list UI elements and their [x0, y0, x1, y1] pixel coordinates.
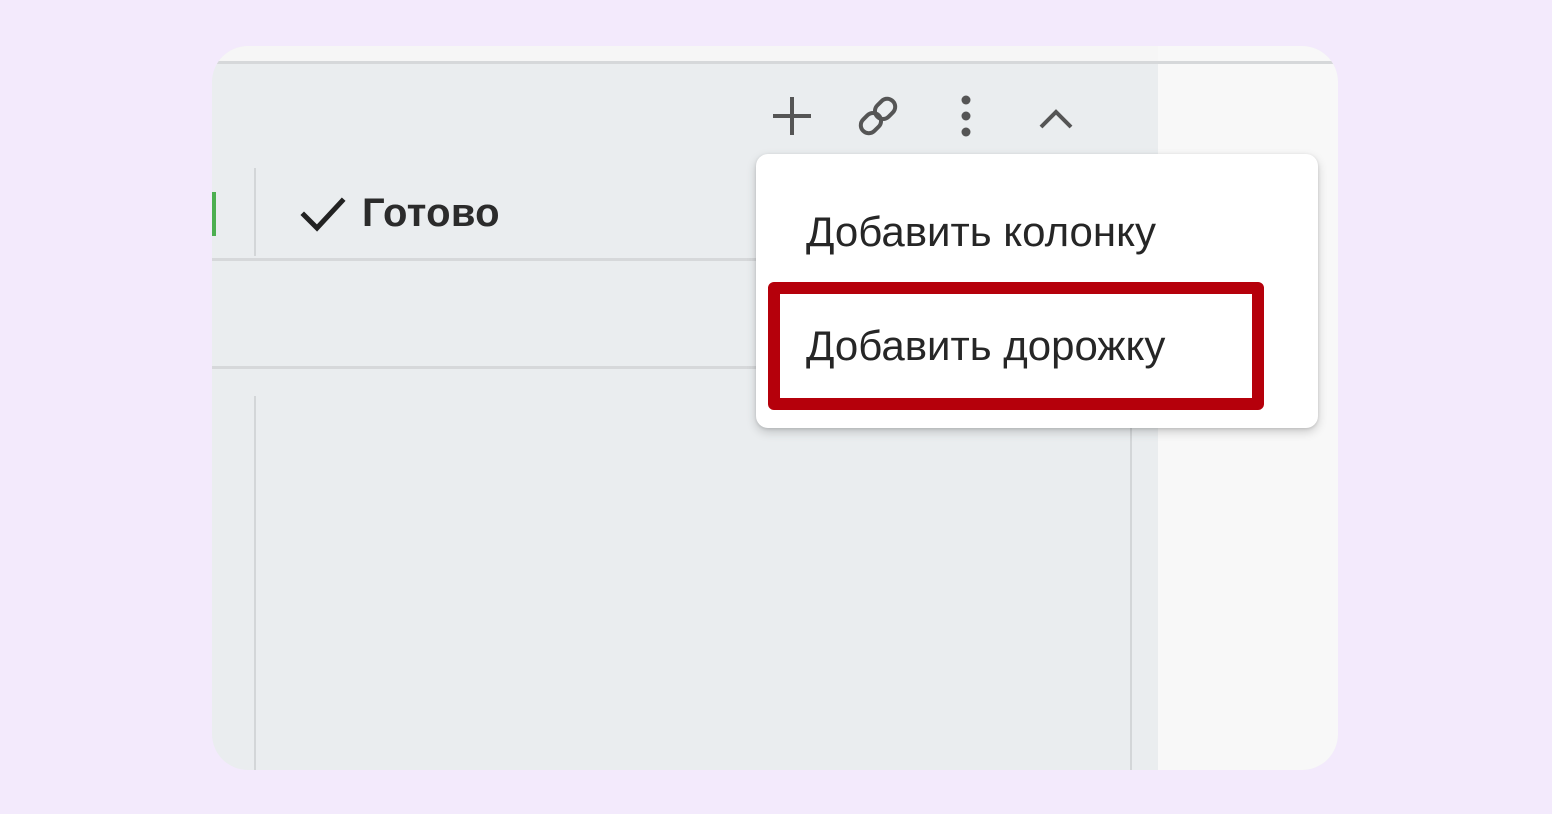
column-menu: Добавить колонку Добавить дорожку: [756, 154, 1318, 428]
plus-icon: [773, 97, 811, 135]
board-top-strip: [212, 46, 1158, 64]
more-button[interactable]: [950, 94, 982, 138]
column-divider: [254, 168, 256, 256]
copy-link-button[interactable]: [852, 94, 904, 138]
column-title: Готово: [362, 190, 500, 235]
column-header[interactable]: Готово: [298, 188, 500, 238]
menu-item-add-column[interactable]: Добавить колонку: [806, 208, 1156, 256]
chevron-up-icon: [1039, 109, 1073, 129]
add-button[interactable]: [766, 94, 818, 138]
column-divider: [254, 396, 256, 770]
check-icon: [300, 197, 346, 232]
collapse-button[interactable]: [1034, 98, 1078, 138]
link-icon: [858, 96, 898, 136]
column-divider: [1130, 396, 1132, 770]
status-color-bar: [212, 192, 216, 236]
more-vertical-icon: [961, 95, 971, 137]
divider: [1158, 61, 1338, 64]
highlight-frame: [768, 282, 1264, 410]
